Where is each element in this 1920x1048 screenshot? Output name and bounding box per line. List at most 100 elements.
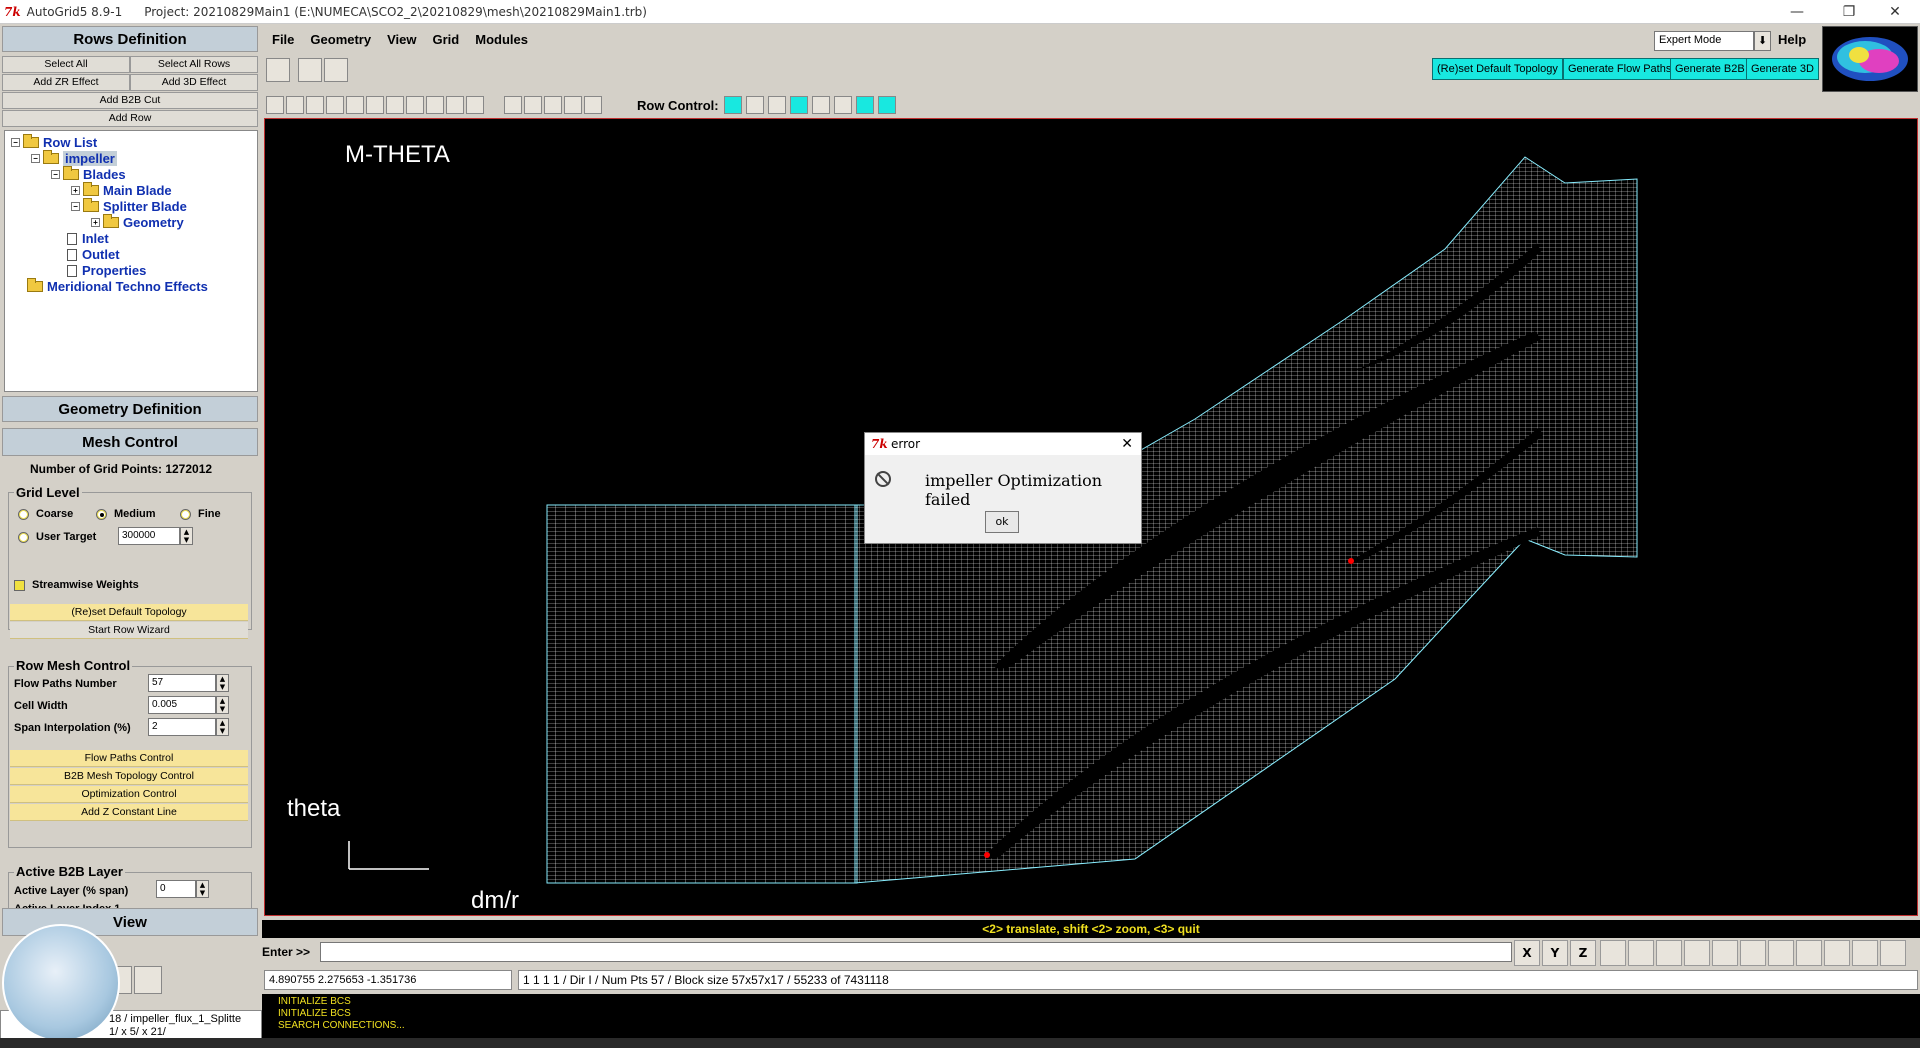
new-document-icon[interactable]: [298, 58, 322, 82]
avatar-widget[interactable]: [2, 924, 120, 1042]
menu-grid[interactable]: Grid: [433, 32, 460, 47]
row-control-icon[interactable]: [834, 96, 852, 114]
x-view-button[interactable]: X: [1514, 940, 1540, 966]
view-tool-icon[interactable]: [286, 96, 304, 114]
flow-paths-input[interactable]: 57: [148, 674, 216, 692]
close-window-icon[interactable]: ✕: [1872, 0, 1918, 24]
coarse-radio[interactable]: [18, 509, 29, 520]
axes-icon[interactable]: [1600, 940, 1626, 966]
tree-item-outlet[interactable]: Outlet: [67, 247, 120, 262]
menu-geometry[interactable]: Geometry: [310, 32, 371, 47]
zoom-icon[interactable]: [1768, 940, 1794, 966]
rotate-y-icon[interactable]: [1712, 940, 1738, 966]
collapse-icon[interactable]: −: [31, 154, 40, 163]
user-target-input[interactable]: 300000: [118, 527, 180, 545]
pan-icon[interactable]: [1628, 940, 1654, 966]
collapse-icon[interactable]: −: [51, 170, 60, 179]
user-target-radio[interactable]: [18, 532, 29, 543]
select-all-rows-button[interactable]: Select All Rows: [130, 56, 258, 73]
view-tool-icon[interactable]: [306, 96, 324, 114]
view-tool-icon[interactable]: [446, 96, 464, 114]
chevron-down-icon[interactable]: ⬇: [1754, 31, 1771, 51]
row-control-icon[interactable]: [768, 96, 786, 114]
rotate-z-icon[interactable]: [1740, 940, 1766, 966]
grid-tool-icon[interactable]: [584, 96, 602, 114]
tree-item-properties[interactable]: Properties: [67, 263, 146, 278]
tree-item-meridional[interactable]: Meridional Techno Effects: [27, 278, 208, 294]
grid-tool-icon[interactable]: [524, 96, 542, 114]
row-control-icon[interactable]: [856, 96, 874, 114]
generate-3d-button[interactable]: Generate 3D: [1746, 58, 1819, 80]
select-all-button[interactable]: Select All: [2, 56, 130, 73]
row-control-icon[interactable]: [812, 96, 830, 114]
span-interp-spinner[interactable]: ▲ ▼: [216, 718, 229, 736]
tree-item-impeller[interactable]: − impeller: [31, 150, 117, 166]
open-folder-icon[interactable]: [266, 58, 290, 82]
tree-item-blades[interactable]: − Blades: [51, 166, 126, 182]
cell-width-spinner[interactable]: ▲ ▼: [216, 696, 229, 714]
optimization-control-button[interactable]: Optimization Control: [10, 786, 248, 803]
ok-button[interactable]: ok: [985, 511, 1019, 533]
start-row-wizard-button[interactable]: Start Row Wizard: [10, 622, 248, 639]
user-target-spinner[interactable]: ▲ ▼: [180, 527, 193, 545]
reset-topology-button[interactable]: (Re)set Default Topology: [10, 604, 248, 621]
fine-radio[interactable]: [180, 509, 191, 520]
add-zr-effect-button[interactable]: Add ZR Effect: [2, 74, 130, 91]
view-tool-icon[interactable]: [466, 96, 484, 114]
tree-item-row-list[interactable]: − Row List: [11, 134, 97, 150]
active-layer-input[interactable]: 0: [156, 880, 196, 898]
minimize-icon[interactable]: —: [1774, 0, 1820, 24]
mesh-control-header[interactable]: Mesh Control: [2, 428, 258, 456]
medium-radio[interactable]: [96, 509, 107, 520]
z-view-button[interactable]: Z: [1570, 940, 1596, 966]
close-icon[interactable]: ✕: [1121, 433, 1133, 455]
tree-item-splitter-blade[interactable]: − Splitter Blade: [71, 198, 187, 214]
tree-item-main-blade[interactable]: + Main Blade: [71, 182, 172, 198]
expand-icon[interactable]: +: [71, 186, 80, 195]
rows-definition-header[interactable]: Rows Definition: [2, 26, 258, 52]
restore-icon[interactable]: ❐: [1826, 0, 1872, 24]
grid-tool-icon[interactable]: [544, 96, 562, 114]
streamwise-checkbox[interactable]: [14, 580, 25, 591]
view-tool-icon[interactable]: [266, 96, 284, 114]
active-layer-spinner[interactable]: ▲ ▼: [196, 880, 209, 898]
zoom-region-icon[interactable]: [1796, 940, 1822, 966]
flow-paths-spinner[interactable]: ▲ ▼: [216, 674, 229, 692]
b2b-topology-control-button[interactable]: B2B Mesh Topology Control: [10, 768, 248, 785]
view-tool-button[interactable]: [134, 966, 162, 994]
view-tool-icon[interactable]: [326, 96, 344, 114]
view-tool-icon[interactable]: [426, 96, 444, 114]
move-icon[interactable]: [1656, 940, 1682, 966]
command-input[interactable]: [320, 942, 1512, 962]
tree-item-geometry[interactable]: + Geometry: [91, 214, 184, 230]
menu-modules[interactable]: Modules: [475, 32, 528, 47]
row-control-icon[interactable]: [746, 96, 764, 114]
add-row-button[interactable]: Add Row: [2, 110, 258, 127]
flow-paths-control-button[interactable]: Flow Paths Control: [10, 750, 248, 767]
cell-width-input[interactable]: 0.005: [148, 696, 216, 714]
add-3d-effect-button[interactable]: Add 3D Effect: [130, 74, 258, 91]
generate-flow-paths-button[interactable]: Generate Flow Paths: [1563, 58, 1677, 80]
span-interp-input[interactable]: 2: [148, 718, 216, 736]
grid-tool-icon[interactable]: [504, 96, 522, 114]
add-z-constant-line-button[interactable]: Add Z Constant Line: [10, 804, 248, 821]
menu-view[interactable]: View: [387, 32, 416, 47]
generate-b2b-button[interactable]: Generate B2B: [1670, 58, 1750, 80]
collapse-icon[interactable]: −: [71, 202, 80, 211]
view-tool-icon[interactable]: [406, 96, 424, 114]
view-tool-icon[interactable]: [386, 96, 404, 114]
geometry-definition-header[interactable]: Geometry Definition: [2, 396, 258, 422]
view-tool-icon[interactable]: [366, 96, 384, 114]
row-control-icon[interactable]: [724, 96, 742, 114]
save-icon[interactable]: [324, 58, 348, 82]
expand-icon[interactable]: +: [91, 218, 100, 227]
add-b2b-cut-button[interactable]: Add B2B Cut: [2, 92, 258, 109]
reset-default-topology-button[interactable]: (Re)set Default Topology: [1432, 58, 1563, 80]
wireframe-icon[interactable]: [1880, 940, 1906, 966]
view-tool-icon[interactable]: [346, 96, 364, 114]
row-control-icon[interactable]: [878, 96, 896, 114]
rotate-x-icon[interactable]: [1684, 940, 1710, 966]
menu-file[interactable]: File: [272, 32, 294, 47]
cube-icon[interactable]: [1852, 940, 1878, 966]
collapse-icon[interactable]: −: [11, 138, 20, 147]
